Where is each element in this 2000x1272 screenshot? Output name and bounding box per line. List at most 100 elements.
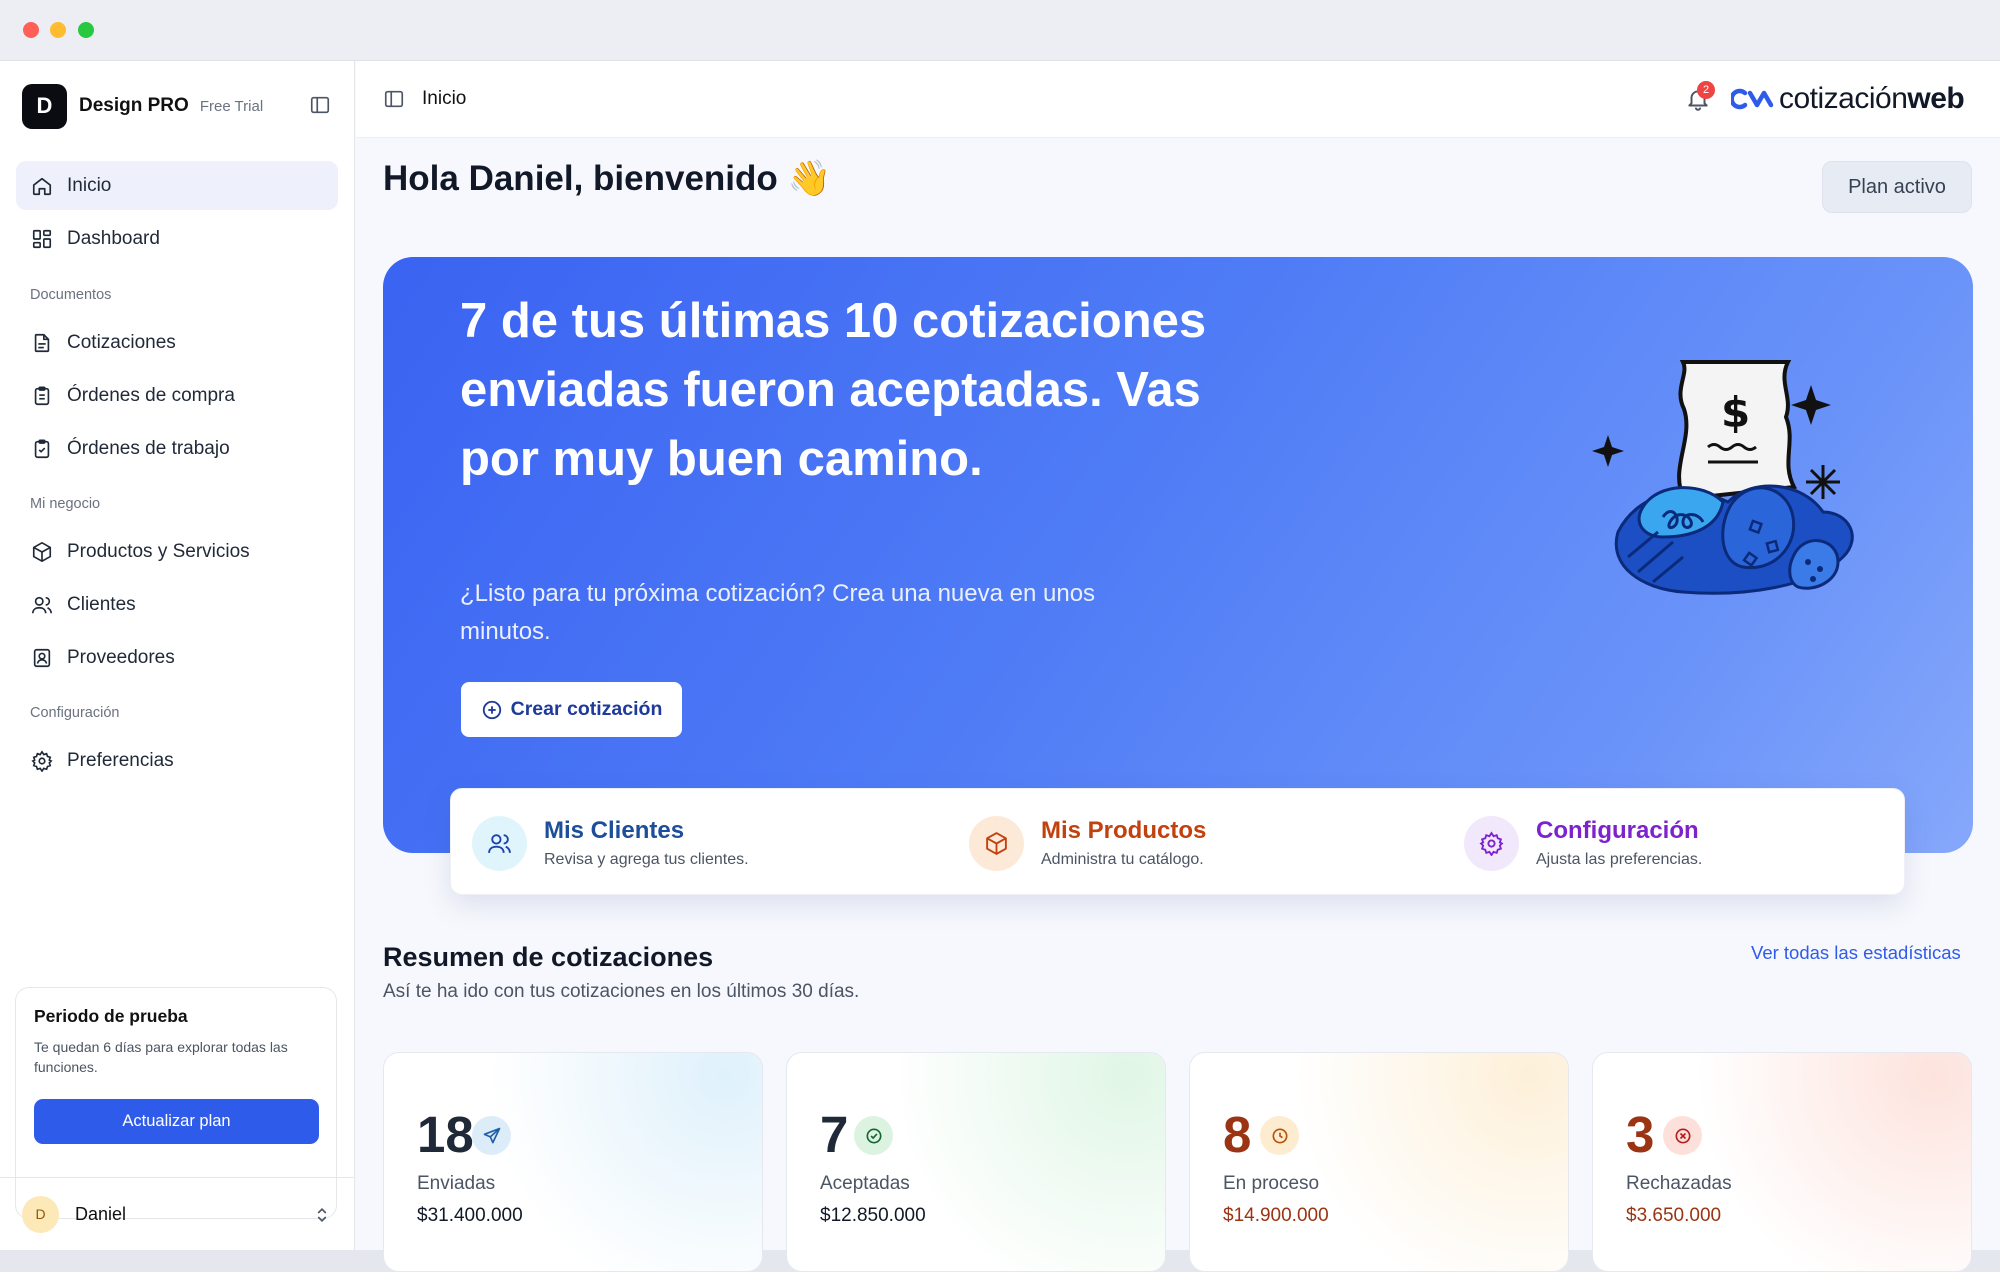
- quick-action-desc: Administra tu catálogo.: [1041, 851, 1204, 868]
- create-quote-button[interactable]: Crear cotización: [461, 682, 682, 737]
- gear-icon: [1464, 815, 1519, 871]
- notification-badge: 2: [1697, 81, 1715, 99]
- section-documentos: Documentos: [30, 287, 112, 303]
- avatar: D: [22, 1195, 59, 1233]
- stat-card-enviadas[interactable]: 18 Enviadas $31.400.000: [383, 1052, 763, 1272]
- box-icon: [32, 541, 52, 562]
- quick-action-productos[interactable]: Mis Productos Administra tu catálogo.: [969, 815, 1206, 871]
- users-icon: [32, 596, 52, 613]
- create-quote-label: Crear cotización: [510, 698, 663, 720]
- logo-text-bold: web: [1907, 82, 1965, 115]
- send-icon: [472, 1116, 511, 1155]
- hero-title: 7 de tus últimas 10 cotizaciones enviada…: [460, 294, 1207, 486]
- quick-action-title: Configuración: [1536, 817, 1699, 844]
- trial-title: Periodo de prueba: [34, 1006, 188, 1026]
- sidebar-item-inicio[interactable]: Inicio: [16, 161, 338, 210]
- sidebar-toggle-icon[interactable]: [309, 94, 331, 116]
- receipt-illustration-icon: $: [1592, 360, 1854, 595]
- panel-toggle-icon[interactable]: [383, 88, 405, 110]
- stat-card-rechazadas[interactable]: 3 Rechazadas $3.650.000: [1592, 1052, 1972, 1272]
- section-mi-negocio: Mi negocio: [30, 496, 101, 512]
- box-icon: [969, 815, 1024, 871]
- quick-action-clientes[interactable]: Mis Clientes Revisa y agrega tus cliente…: [472, 815, 749, 871]
- sidebar-item-label: Órdenes de compra: [67, 384, 235, 406]
- topbar: Inicio 2 cotizaciónweb: [356, 61, 2000, 138]
- stat-card-aceptadas[interactable]: 7 Aceptadas $12.850.000: [786, 1052, 1166, 1272]
- stat-amount: $3.650.000: [1626, 1205, 1722, 1226]
- window-titlebar: [0, 0, 2000, 61]
- sidebar-item-ordenes-trabajo[interactable]: Órdenes de trabajo: [16, 424, 338, 473]
- stat-amount: $31.400.000: [417, 1205, 523, 1226]
- summary-title: Resumen de cotizaciones: [383, 942, 714, 972]
- sidebar-item-label: Órdenes de trabajo: [67, 437, 230, 459]
- quick-action-configuracion[interactable]: Configuración Ajusta las preferencias.: [1464, 815, 1702, 871]
- sidebar-item-label: Cotizaciones: [67, 331, 176, 353]
- home-icon: [32, 177, 52, 195]
- sidebar-item-clientes[interactable]: Clientes: [16, 580, 338, 629]
- hero-banner: 7 de tus últimas 10 cotizaciones enviada…: [383, 257, 1973, 853]
- gear-icon: [31, 749, 53, 772]
- sidebar-item-label: Clientes: [67, 593, 136, 615]
- breadcrumb: Inicio: [422, 88, 467, 109]
- clipboard-list-icon: [34, 385, 50, 405]
- sidebar: D Design PRO Free Trial Inicio Dashboard…: [0, 61, 355, 1250]
- stat-label: Enviadas: [417, 1173, 496, 1194]
- sidebar-item-label: Proveedores: [67, 646, 175, 668]
- sidebar-item-cotizaciones[interactable]: Cotizaciones: [16, 318, 338, 367]
- logo-text-regular: cotización: [1779, 82, 1908, 115]
- sidebar-item-label: Dashboard: [67, 227, 160, 249]
- plan-badge: Free Trial: [199, 97, 264, 115]
- stat-label: Rechazadas: [1626, 1173, 1732, 1194]
- section-configuracion: Configuración: [30, 705, 120, 721]
- app-window: D Design PRO Free Trial Inicio Dashboard…: [0, 0, 2000, 1272]
- grid-icon: [32, 229, 52, 248]
- users-icon: [472, 815, 527, 871]
- plus-circle-icon: [482, 700, 501, 719]
- svg-text:$: $: [1721, 388, 1750, 437]
- page-title: Hola Daniel, bienvenido 👋: [383, 159, 832, 198]
- logo-text: cotizaciónweb: [1779, 82, 1965, 116]
- close-window-button[interactable]: [23, 22, 39, 38]
- cotizacionweb-logo: cotizaciónweb: [1731, 81, 1965, 117]
- quick-actions-card: Mis Clientes Revisa y agrega tus cliente…: [450, 788, 1905, 895]
- stat-label: En proceso: [1223, 1173, 1320, 1194]
- sidebar-item-dashboard[interactable]: Dashboard: [16, 214, 338, 263]
- summary-subtitle: Así te ha ido con tus cotizaciones en lo…: [383, 981, 860, 1002]
- stat-count: 8: [1223, 1106, 1252, 1163]
- workspace-switcher[interactable]: D Design PRO Free Trial: [22, 83, 263, 129]
- stat-label: Aceptadas: [820, 1173, 910, 1194]
- document-icon: [34, 333, 50, 352]
- hero-subtitle: ¿Listo para tu próxima cotización? Crea …: [460, 580, 1096, 645]
- maximize-window-button[interactable]: [78, 22, 94, 38]
- stat-amount: $14.900.000: [1223, 1205, 1329, 1226]
- clock-icon: [1260, 1116, 1299, 1155]
- workspace-name: Design PRO: [79, 95, 189, 116]
- minimize-window-button[interactable]: [50, 22, 66, 38]
- trial-text: Te quedan 6 días para explorar todas las…: [34, 1039, 288, 1075]
- clipboard-check-icon: [34, 438, 50, 458]
- chevron-up-down-icon: [317, 1207, 327, 1223]
- quick-action-title: Mis Clientes: [544, 817, 685, 844]
- user-name: Daniel: [75, 1203, 127, 1224]
- x-circle-icon: [1663, 1116, 1702, 1155]
- logo-mark-icon: [1731, 88, 1774, 110]
- stat-card-en-proceso[interactable]: 8 En proceso $14.900.000: [1189, 1052, 1569, 1272]
- sidebar-item-label: Inicio: [67, 174, 112, 196]
- stat-count: 3: [1626, 1106, 1655, 1163]
- stat-count: 7: [820, 1106, 849, 1163]
- quick-action-desc: Ajusta las preferencias.: [1536, 851, 1703, 868]
- see-all-stats-link[interactable]: Ver todas las estadísticas: [1751, 942, 1961, 964]
- sidebar-item-proveedores[interactable]: Proveedores: [16, 633, 338, 682]
- upgrade-plan-button[interactable]: Actualizar plan: [34, 1099, 319, 1144]
- workspace-logo: D: [22, 83, 67, 129]
- plan-status-button[interactable]: Plan activo: [1822, 161, 1972, 213]
- check-circle-icon: [854, 1116, 893, 1155]
- sidebar-item-preferencias[interactable]: Preferencias: [16, 736, 338, 785]
- sidebar-item-label: Productos y Servicios: [67, 540, 250, 562]
- stat-amount: $12.850.000: [820, 1205, 926, 1226]
- sidebar-item-productos[interactable]: Productos y Servicios: [16, 527, 338, 576]
- user-menu[interactable]: D Daniel: [0, 1177, 354, 1250]
- stat-count: 18: [417, 1106, 474, 1163]
- sidebar-item-ordenes-compra[interactable]: Órdenes de compra: [16, 371, 338, 420]
- quick-action-title: Mis Productos: [1041, 817, 1207, 844]
